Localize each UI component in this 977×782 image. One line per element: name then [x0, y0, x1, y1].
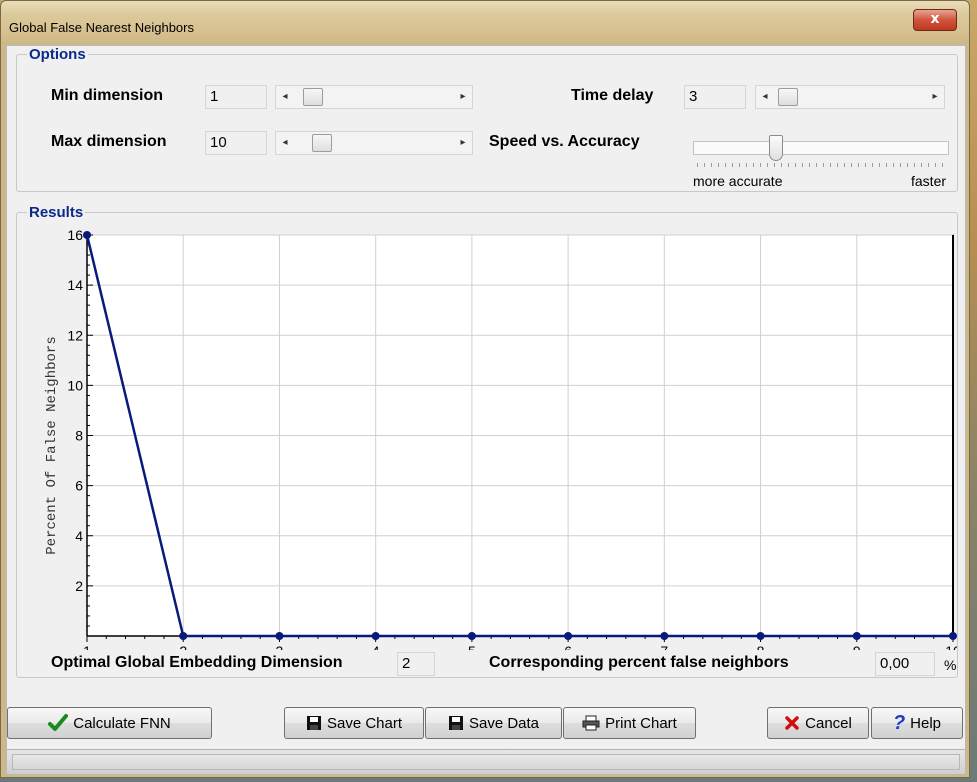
scroll-left-icon[interactable]: ◂	[276, 132, 294, 154]
slider-ticks	[697, 163, 947, 167]
options-group: Options Min dimension 1 ◂ ▸ Max dimensio…	[16, 46, 958, 192]
data-point	[660, 632, 669, 640]
y-tick-label: 4	[75, 528, 83, 544]
check-icon	[48, 714, 69, 731]
x-tick-label: 9	[853, 643, 861, 650]
calculate-fnn-button[interactable]: Calculate FNN	[7, 707, 212, 739]
y-tick-label: 12	[67, 327, 83, 343]
cancel-label: Cancel	[805, 714, 852, 732]
x-tick-label: 8	[757, 643, 765, 650]
save-data-label: Save Data	[468, 714, 540, 732]
x-tick-label: 10	[945, 643, 957, 650]
data-point	[852, 632, 861, 640]
scroll-left-icon[interactable]: ◂	[276, 86, 294, 108]
close-icon: x	[930, 11, 940, 27]
calculate-fnn-label: Calculate FNN	[73, 714, 171, 732]
time-delay-scrollbar[interactable]: ◂ ▸	[755, 85, 945, 109]
results-legend: Results	[27, 204, 86, 221]
data-point	[467, 632, 476, 640]
scroll-left-icon[interactable]: ◂	[756, 86, 774, 108]
options-legend: Options	[27, 46, 88, 63]
max-dimension-value: 10	[210, 134, 227, 151]
y-tick-label: 6	[75, 478, 83, 494]
y-tick-label: 8	[75, 428, 83, 444]
data-point	[179, 632, 188, 640]
save-data-button[interactable]: Save Data	[425, 707, 562, 739]
red-x-icon	[785, 716, 799, 730]
printer-icon	[582, 715, 600, 731]
floppy-disk-icon	[306, 716, 321, 730]
x-tick-label: 4	[372, 643, 380, 650]
scroll-thumb[interactable]	[312, 134, 332, 152]
speed-left-caption: more accurate	[693, 173, 783, 189]
min-dimension-value: 1	[210, 88, 219, 105]
percent-false-field: 0,00	[875, 652, 935, 676]
percent-false-value: 0,00	[880, 655, 910, 672]
max-dimension-scrollbar[interactable]: ◂ ▸	[275, 131, 473, 155]
scroll-right-icon[interactable]: ▸	[454, 132, 472, 154]
x-tick-label: 2	[179, 643, 187, 650]
data-point	[756, 632, 765, 640]
time-delay-label: Time delay	[571, 87, 654, 104]
x-tick-label: 5	[468, 643, 476, 650]
speed-accuracy-label: Speed vs. Accuracy	[489, 133, 640, 150]
scroll-right-icon[interactable]: ▸	[926, 86, 944, 108]
x-tick-label: 1	[83, 643, 91, 650]
save-chart-label: Save Chart	[326, 714, 403, 732]
help-label: Help	[910, 714, 942, 732]
speed-accuracy-thumb[interactable]	[769, 135, 783, 161]
y-axis-label: Percent Of False Neighbors	[44, 336, 60, 554]
min-dimension-scrollbar[interactable]: ◂ ▸	[275, 85, 473, 109]
y-tick-label: 10	[67, 377, 83, 393]
speed-accuracy-slider[interactable]	[693, 141, 949, 155]
speed-right-caption: faster	[911, 173, 947, 189]
data-point	[275, 632, 284, 640]
question-mark-icon: ?	[892, 711, 906, 734]
x-tick-label: 7	[660, 643, 668, 650]
min-dimension-field[interactable]: 1	[205, 85, 267, 109]
print-chart-button[interactable]: Print Chart	[563, 707, 696, 739]
dialog-client-area: Options Min dimension 1 ◂ ▸ Max dimensio…	[6, 45, 966, 775]
y-tick-label: 2	[75, 578, 83, 594]
status-bar	[7, 749, 965, 774]
time-delay-field[interactable]: 3	[684, 85, 746, 109]
window-title: Global False Nearest Neighbors	[9, 20, 194, 35]
cancel-button[interactable]: Cancel	[767, 707, 869, 739]
save-chart-button[interactable]: Save Chart	[284, 707, 424, 739]
print-chart-label: Print Chart	[605, 714, 677, 732]
data-point	[83, 231, 91, 239]
max-dimension-field[interactable]: 10	[205, 131, 267, 155]
time-delay-value: 3	[689, 88, 698, 105]
percent-unit: %	[944, 657, 957, 673]
help-button[interactable]: ? Help	[871, 707, 963, 739]
max-dimension-label: Max dimension	[51, 133, 167, 150]
dialog-window: Global False Nearest Neighbors x Options…	[0, 0, 970, 778]
scroll-thumb[interactable]	[778, 88, 798, 106]
x-tick-label: 6	[564, 643, 572, 650]
scroll-right-icon[interactable]: ▸	[454, 86, 472, 108]
y-tick-label: 14	[67, 277, 83, 293]
close-button[interactable]: x	[913, 9, 957, 31]
scroll-thumb[interactable]	[303, 88, 323, 106]
optimal-dimension-field: 2	[397, 652, 435, 676]
min-dimension-label: Min dimension	[51, 87, 163, 104]
optimal-dimension-value: 2	[402, 655, 411, 672]
percent-false-label: Corresponding percent false neighbors	[489, 654, 789, 671]
optimal-dimension-label: Optimal Global Embedding Dimension	[51, 654, 343, 671]
x-tick-label: 3	[276, 643, 284, 650]
fnn-chart: 24681012141612345678910Embedding Dimensi…	[44, 230, 957, 650]
progress-bar	[12, 754, 960, 770]
floppy-disk-icon	[448, 716, 463, 730]
data-point	[564, 632, 573, 640]
data-point	[949, 632, 957, 640]
y-tick-label: 16	[67, 230, 83, 243]
data-point	[371, 632, 380, 640]
